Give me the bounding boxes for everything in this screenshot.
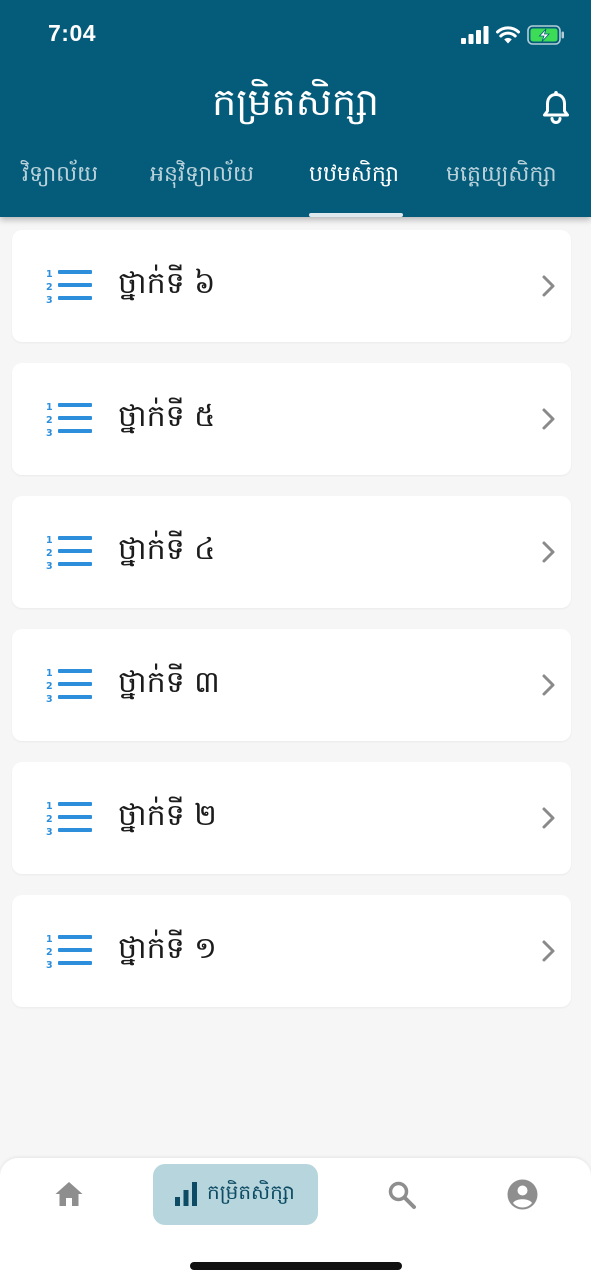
grade-label: ថ្នាក់ទី ១ — [118, 931, 217, 966]
grade-item-1[interactable]: 1 2 3 ថ្នាក់ទី ១ — [12, 895, 571, 1007]
svg-text:2: 2 — [46, 282, 53, 293]
grade-item-5[interactable]: 1 2 3 ថ្នាក់ទី ៥ — [12, 363, 571, 475]
numbered-list-icon: 1 2 3 — [46, 269, 92, 305]
tab-lower-secondary[interactable]: អនុវិទ្យាល័យ — [150, 160, 254, 217]
nav-levels-button[interactable]: កម្រិតសិក្សា — [153, 1164, 318, 1225]
svg-text:3: 3 — [46, 295, 53, 305]
numbered-list-icon: 1 2 3 — [46, 668, 92, 704]
numbered-list-icon: 1 2 3 — [46, 402, 92, 438]
bell-icon[interactable] — [541, 90, 571, 124]
account-circle-icon[interactable] — [507, 1179, 538, 1210]
tab-high-school[interactable]: វិទ្យាល័យ — [22, 160, 98, 217]
svg-text:1: 1 — [46, 535, 53, 546]
bar-chart-icon — [175, 1182, 197, 1206]
active-tab-indicator — [309, 213, 403, 217]
status-bar: 7:04 — [0, 0, 591, 70]
grade-label: ថ្នាក់ទី ៦ — [118, 266, 216, 301]
svg-text:2: 2 — [46, 814, 53, 825]
wifi-icon — [496, 26, 520, 44]
grade-item-3[interactable]: 1 2 3 ថ្នាក់ទី ៣ — [12, 629, 571, 741]
status-time: 7:04 — [48, 20, 97, 46]
svg-text:1: 1 — [46, 801, 53, 812]
grade-item-4[interactable]: 1 2 3 ថ្នាក់ទី ៤ — [12, 496, 571, 608]
svg-text:2: 2 — [46, 548, 53, 559]
grade-label: ថ្នាក់ទី ៣ — [118, 665, 220, 700]
svg-text:3: 3 — [46, 561, 53, 571]
cellular-signal-icon — [461, 26, 489, 44]
battery-charging-icon — [527, 25, 564, 45]
svg-text:1: 1 — [46, 934, 53, 945]
svg-text:3: 3 — [46, 827, 53, 837]
svg-text:2: 2 — [46, 415, 53, 426]
numbered-list-icon: 1 2 3 — [46, 535, 92, 571]
grade-item-2[interactable]: 1 2 3 ថ្នាក់ទី ២ — [12, 762, 571, 874]
tab-kindergarten[interactable]: មត្តេយ្យសិក្សា — [446, 160, 557, 217]
svg-text:1: 1 — [46, 668, 53, 679]
home-indicator — [190, 1262, 402, 1270]
status-icons — [461, 24, 565, 46]
numbered-list-icon: 1 2 3 — [46, 801, 92, 837]
svg-text:1: 1 — [46, 269, 53, 280]
page-title: កម្រិតសិក្សា — [212, 80, 379, 124]
grade-label: ថ្នាក់ទី ៤ — [118, 532, 216, 567]
tab-primary[interactable]: បឋមសិក្សា — [309, 160, 399, 217]
grade-item-6[interactable]: 1 2 3 ថ្នាក់ទី ៦ — [12, 230, 571, 342]
svg-text:1: 1 — [46, 402, 53, 413]
search-icon[interactable] — [387, 1180, 417, 1210]
chevron-right-icon — [542, 807, 555, 829]
chevron-right-icon — [542, 408, 555, 430]
nav-levels-label: កម្រិតសិក្សា — [207, 1180, 295, 1204]
home-icon[interactable] — [54, 1180, 84, 1208]
svg-text:3: 3 — [46, 428, 53, 438]
chevron-right-icon — [542, 940, 555, 962]
app-header: 7:04 កម្រិតសិក្សា វិទ្យាល័យ អនុវិទ្យាល័យ… — [0, 0, 591, 217]
numbered-list-icon: 1 2 3 — [46, 934, 92, 970]
level-tabs: វិទ្យាល័យ អនុវិទ្យាល័យ បឋមសិក្សា មត្តេយ្… — [0, 160, 591, 217]
grade-label: ថ្នាក់ទី ២ — [118, 798, 217, 833]
svg-text:2: 2 — [46, 681, 53, 692]
grade-label: ថ្នាក់ទី ៥ — [118, 399, 216, 434]
svg-text:3: 3 — [46, 694, 53, 704]
svg-text:2: 2 — [46, 947, 53, 958]
svg-text:3: 3 — [46, 960, 53, 970]
chevron-right-icon — [542, 275, 555, 297]
chevron-right-icon — [542, 674, 555, 696]
chevron-right-icon — [542, 541, 555, 563]
